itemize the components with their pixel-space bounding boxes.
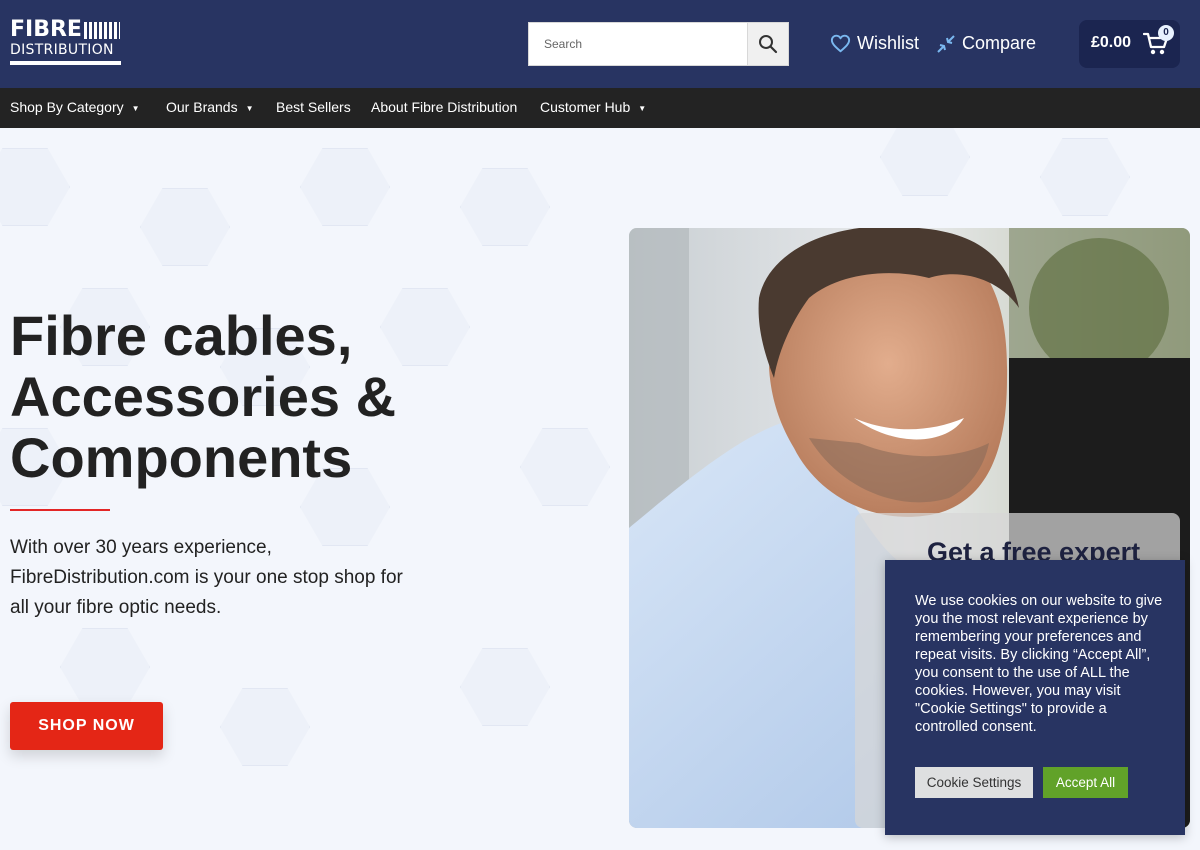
headline-divider: [10, 509, 110, 511]
cart-total: £0.00: [1091, 34, 1132, 51]
compare-label: Compare: [962, 33, 1037, 53]
site-header: FIBRE DISTRIBUTION Wishlist Compare £0.0…: [0, 0, 1200, 88]
caret-down-icon: ▼: [131, 104, 140, 113]
hex-pattern: [1040, 138, 1130, 216]
heart-icon: [830, 34, 851, 53]
caret-down-icon: ▼: [638, 104, 647, 113]
logo-line2: DISTRIBUTION: [10, 42, 114, 58]
cart-count-badge: 0: [1158, 25, 1174, 41]
shop-now-button[interactable]: SHOP NOW: [10, 702, 163, 750]
headline-line: Components: [10, 426, 353, 489]
headline-line: Fibre cables,: [10, 304, 353, 367]
compare-arrows-icon: [937, 34, 955, 53]
nav-item-label: Customer Hub: [540, 99, 631, 115]
wishlist-label: Wishlist: [857, 33, 919, 53]
cookie-settings-button[interactable]: Cookie Settings: [915, 767, 1033, 798]
hex-pattern: [220, 688, 310, 766]
hero-subtext: With over 30 years experience, FibreDist…: [10, 533, 470, 623]
hex-pattern: [300, 148, 390, 226]
logo-barcode-mark: [84, 22, 120, 39]
wishlist-link[interactable]: Wishlist: [830, 33, 919, 54]
main-nav: Shop By Category ▼ Our Brands ▼ Best Selle…: [0, 88, 1200, 128]
hex-pattern: [460, 168, 550, 246]
logo-underline: [10, 61, 121, 65]
hex-pattern: [140, 188, 230, 266]
search-input[interactable]: [529, 23, 748, 65]
cart-button[interactable]: £0.00 0: [1079, 20, 1180, 68]
search-bar: [528, 22, 789, 66]
nav-item-label: Our Brands: [166, 99, 238, 115]
subtext-line: all your fibre optic needs.: [10, 597, 222, 618]
nav-item-our-brands[interactable]: Our Brands ▼: [166, 88, 254, 128]
caret-down-icon: ▼: [245, 104, 254, 113]
nav-item-customer-hub[interactable]: Customer Hub ▼: [540, 88, 646, 128]
hex-pattern: [460, 648, 550, 726]
hex-pattern: [60, 628, 150, 706]
search-icon: [759, 35, 778, 54]
subtext-line: FibreDistribution.com is your one stop s…: [10, 567, 403, 588]
cookie-text: We use cookies on our website to give yo…: [915, 593, 1163, 735]
hero-headline: Fibre cables, Accessories & Components: [10, 305, 570, 488]
logo-line1: FIBRE: [10, 17, 82, 42]
logo[interactable]: FIBRE DISTRIBUTION: [10, 19, 122, 69]
search-button[interactable]: [747, 23, 788, 65]
cookie-consent-banner: We use cookies on our website to give yo…: [885, 560, 1185, 835]
nav-item-about[interactable]: About Fibre Distribution: [371, 88, 517, 128]
subtext-line: With over 30 years experience,: [10, 537, 272, 558]
headline-line: Accessories &: [10, 365, 397, 428]
nav-item-best-sellers[interactable]: Best Sellers: [276, 88, 351, 128]
hex-pattern: [0, 148, 70, 226]
nav-item-shop-by-category[interactable]: Shop By Category ▼: [10, 88, 140, 128]
accept-all-button[interactable]: Accept All: [1043, 767, 1128, 798]
nav-item-label: Shop By Category: [10, 99, 124, 115]
nav-item-label: Best Sellers: [276, 99, 351, 115]
nav-item-label: About Fibre Distribution: [371, 99, 518, 115]
compare-link[interactable]: Compare: [936, 33, 1036, 54]
hex-pattern: [880, 128, 970, 196]
